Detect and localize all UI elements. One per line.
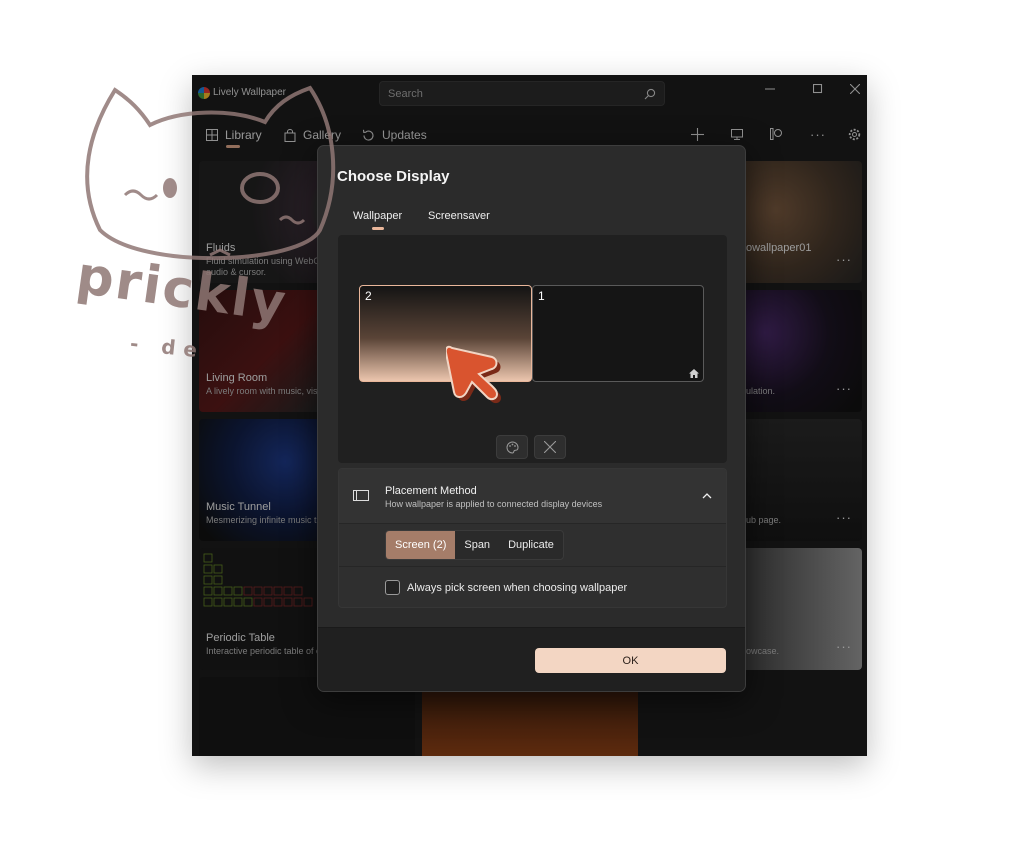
divider	[339, 523, 726, 524]
ok-button[interactable]: OK	[535, 648, 726, 673]
app-window: Lively Wallpaper Library	[192, 75, 867, 756]
placement-options: Screen (2) Span Duplicate	[385, 530, 564, 560]
dialog-footer: OK	[318, 627, 745, 691]
placement-method-title: Placement Method	[385, 485, 477, 497]
close-wallpaper-button[interactable]	[534, 435, 566, 459]
monitor-number: 1	[538, 289, 545, 303]
placement-method-card: Placement Method How wallpaper is applie…	[338, 468, 727, 608]
palette-icon	[506, 440, 519, 454]
tab-active-indicator	[372, 227, 384, 230]
option-screen[interactable]: Screen (2)	[386, 531, 456, 559]
dialog-title: Choose Display	[337, 168, 450, 185]
monitor-number: 2	[365, 289, 372, 303]
display-layout-icon	[353, 490, 369, 501]
tab-screensaver[interactable]: Screensaver	[428, 210, 490, 222]
option-span[interactable]: Span	[455, 531, 499, 559]
display-layout-area: 2 1	[338, 235, 727, 463]
monitor-1[interactable]: 1	[532, 285, 704, 382]
customize-button[interactable]	[496, 435, 528, 459]
always-pick-screen-label: Always pick screen when choosing wallpap…	[407, 581, 628, 594]
tab-wallpaper[interactable]: Wallpaper	[353, 210, 402, 222]
placement-method-description: How wallpaper is applied to connected di…	[385, 499, 603, 509]
option-duplicate[interactable]: Duplicate	[499, 531, 563, 559]
always-pick-screen-row[interactable]: Always pick screen when choosing wallpap…	[385, 580, 627, 595]
choose-display-dialog: Choose Display Wallpaper Screensaver 2 1	[317, 145, 746, 692]
chevron-up-icon[interactable]	[702, 493, 712, 499]
close-icon	[544, 441, 556, 453]
placement-method-header[interactable]: Placement Method How wallpaper is applie…	[339, 469, 726, 523]
divider	[339, 566, 726, 567]
cursor-icon	[446, 345, 501, 404]
always-pick-screen-checkbox[interactable]	[385, 580, 400, 595]
home-icon	[689, 369, 699, 378]
